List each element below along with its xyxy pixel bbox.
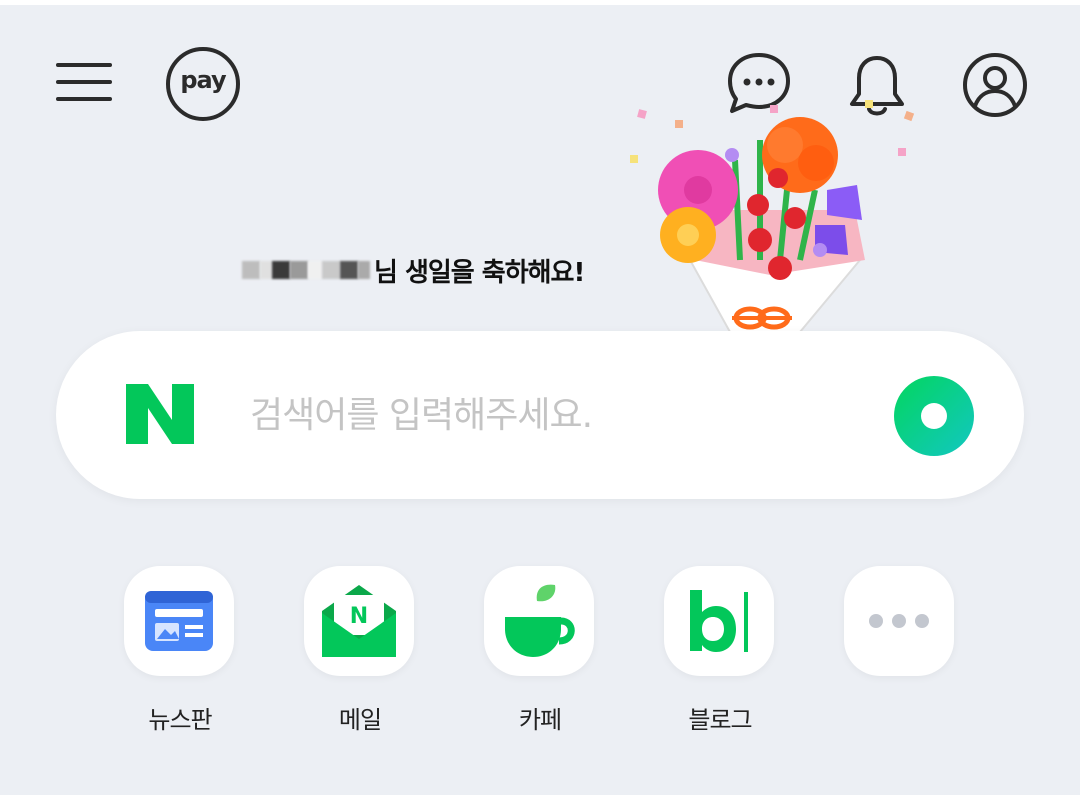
shortcut-more[interactable]: [844, 566, 956, 700]
blurred-username: [242, 261, 370, 279]
greeting-text: 님 생일을 축하해요!: [374, 257, 585, 288]
green-dot-button[interactable]: [893, 375, 975, 457]
green-dot-icon: [894, 376, 974, 456]
shortcut-blog[interactable]: 블로그: [664, 566, 776, 735]
shortcut-blog-label: 블로그: [688, 706, 752, 734]
shortcut-news-label: 뉴스판: [148, 706, 212, 734]
newspaper-icon: [145, 591, 213, 651]
search-input[interactable]: 검색어를 입력해주세요.: [250, 388, 593, 444]
shortcut-mail-label: 메일: [338, 706, 382, 734]
hamburger-menu-icon: [56, 63, 112, 101]
birthday-greeting: 님 생일을 축하해요!: [242, 250, 585, 290]
profile-button[interactable]: [960, 50, 1030, 120]
naver-n-logo-icon: [126, 384, 194, 444]
birthday-bouquet-illustration: [630, 100, 915, 333]
pay-button[interactable]: pay: [164, 46, 242, 122]
cafe-cup-icon: [505, 584, 575, 657]
shortcut-news-tile[interactable]: [124, 566, 234, 676]
svg-text:N: N: [350, 604, 368, 629]
shortcut-blog-tile[interactable]: [664, 566, 774, 676]
hamburger-menu-button[interactable]: [50, 50, 118, 114]
shortcut-cafe-label: 카페: [518, 706, 562, 734]
shortcut-more-tile[interactable]: [844, 566, 954, 676]
user-profile-icon: [963, 53, 1027, 117]
mail-envelope-icon: N: [322, 585, 396, 657]
naver-logo[interactable]: [124, 382, 198, 448]
shortcut-cafe[interactable]: 카페: [484, 566, 596, 735]
pay-label: pay: [180, 66, 226, 94]
shortcut-mail[interactable]: N 메일: [304, 566, 416, 735]
shortcut-mail-tile[interactable]: N: [304, 566, 414, 676]
shortcut-news[interactable]: 뉴스판: [124, 566, 236, 735]
more-dots-icon: [869, 614, 929, 628]
top-edge-divider: [0, 0, 1080, 5]
blog-b-icon: [690, 590, 748, 652]
shortcut-cafe-tile[interactable]: [484, 566, 594, 676]
